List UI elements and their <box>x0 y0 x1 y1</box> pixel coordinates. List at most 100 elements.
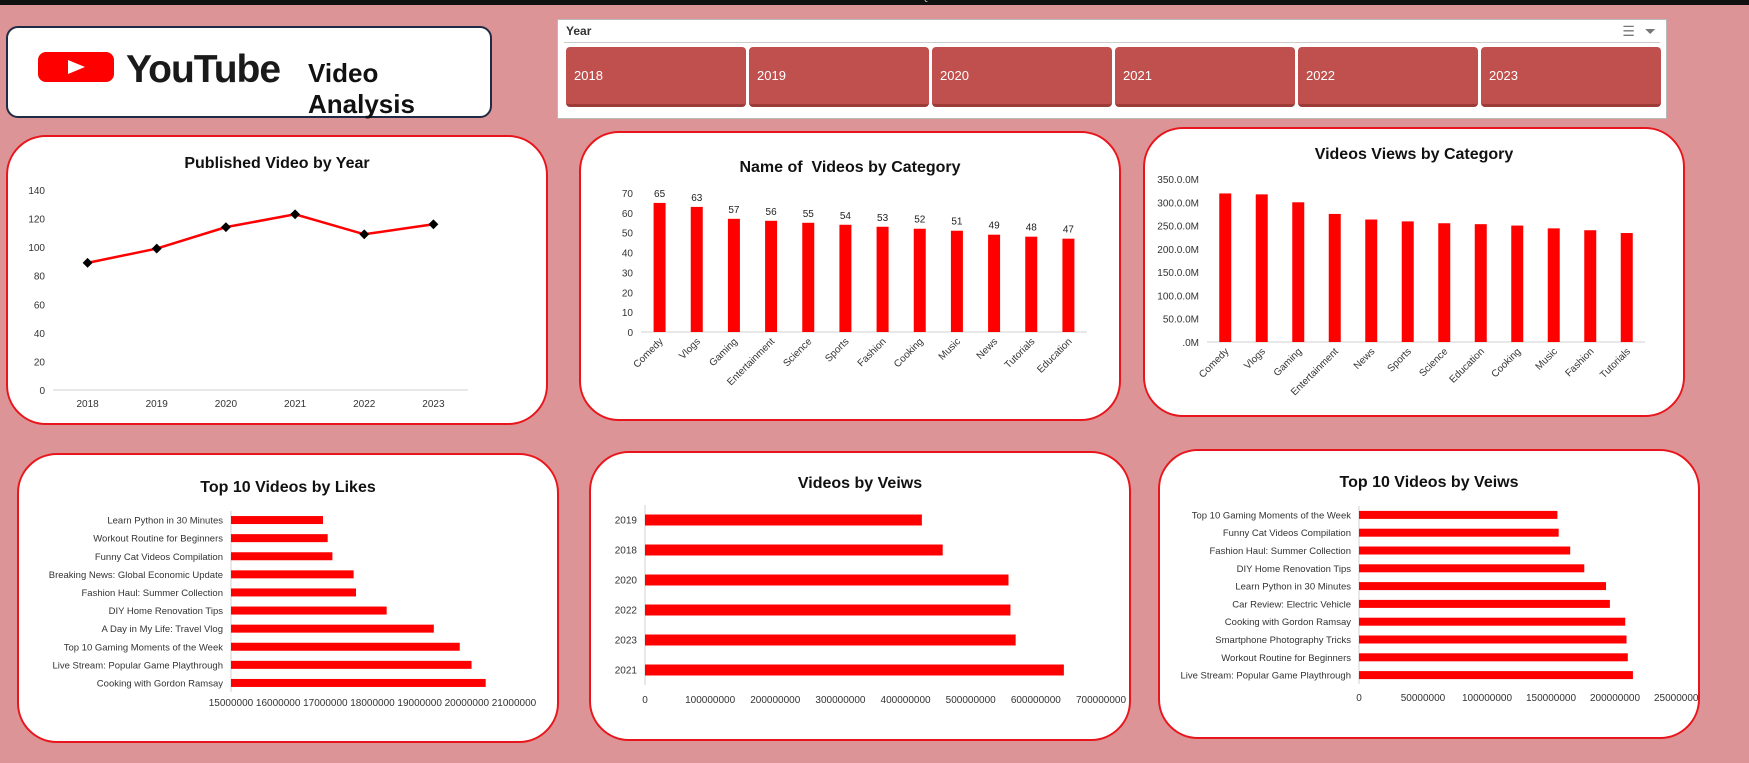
clear-filter-icon[interactable]: ⏷ <box>1645 23 1656 39</box>
category-label: Fashion Haul: Summer Collection <box>1209 546 1351 557</box>
x-tick-label: 400000000 <box>881 695 931 706</box>
data-label: 49 <box>989 221 1001 232</box>
y-tick-label: 60 <box>34 300 46 311</box>
views-by-year-chart: 2019 2018 2020 2022 2023 2021 0 100000000 200000… <box>615 505 1126 706</box>
category-label: Funny Cat Videos Compilation <box>1223 528 1351 539</box>
category-label: 2023 <box>615 636 638 647</box>
youtube-logo-icon <box>38 52 114 82</box>
x-tick-label: Vlogs <box>1242 346 1267 371</box>
data-point <box>428 219 439 230</box>
x-tick-label: 18000000 <box>350 698 395 709</box>
slicer-item-2023[interactable]: 2023 <box>1481 47 1661 107</box>
slicer-item-2020[interactable]: 2020 <box>932 47 1112 107</box>
x-tick-label: 0 <box>1356 693 1362 704</box>
bar <box>1292 202 1305 342</box>
y-tick-label: 80 <box>34 272 46 283</box>
x-tick-label: Gaming <box>708 336 741 369</box>
column-letter: U <box>1145 0 1152 3</box>
slicer-item-2021[interactable]: 2021 <box>1115 47 1295 107</box>
y-tick-label: 40 <box>622 249 634 260</box>
bar <box>645 634 1016 646</box>
data-point <box>151 243 162 254</box>
column-letter: W <box>1257 0 1266 3</box>
x-tick-label: Music <box>937 336 963 362</box>
column-letter: O <box>809 0 817 3</box>
y-tick-label: 30 <box>622 268 634 279</box>
x-tick-label: Sports <box>823 336 851 364</box>
slicer-title: Year <box>566 24 592 38</box>
x-tick-label: Science <box>781 336 814 369</box>
slicer-divider <box>564 42 1660 43</box>
category-label: Learn Python in 30 Minutes <box>107 516 223 527</box>
published-by-year-card: Published Video by Year 0 20 40 60 80 100 120 1… <box>6 135 548 425</box>
multi-select-icon[interactable]: ☰ <box>1622 23 1635 39</box>
x-tick-label: News <box>975 336 1000 361</box>
count-by-category-card: Name of Videos by Category 0 10 20 30 40 50 60… <box>579 131 1121 421</box>
bar <box>913 228 926 332</box>
x-tick-label: 2018 <box>76 399 99 410</box>
bar <box>645 664 1064 676</box>
bar <box>1474 224 1487 342</box>
category-label: Learn Python in 30 Minutes <box>1235 582 1351 593</box>
category-label: Cooking with Gordon Ramsay <box>97 678 223 689</box>
bar <box>802 222 815 332</box>
x-tick-label: 0 <box>642 695 648 706</box>
category-label: 2020 <box>615 576 638 587</box>
y-tick-label: 300.0.0M <box>1157 198 1199 209</box>
column-letter: P <box>865 0 872 3</box>
slicer-item-2022[interactable]: 2022 <box>1298 47 1478 107</box>
y-tick-label: 100 <box>28 243 45 254</box>
x-tick-label: Cooking <box>1490 346 1524 380</box>
y-tick-label: 140 <box>28 186 45 197</box>
bar <box>1255 194 1268 342</box>
category-label: Funny Cat Videos Compilation <box>95 552 223 563</box>
category-label: Smartphone Photography Tricks <box>1215 635 1351 646</box>
x-tick-label: Tutorials <box>1598 346 1633 381</box>
category-label: Cooking with Gordon Ramsay <box>1225 617 1351 628</box>
x-tick-label: Vlogs <box>677 336 702 361</box>
x-tick-label: Comedy <box>632 336 666 370</box>
column-letter: AB <box>1537 0 1550 3</box>
y-tick-label: 10 <box>622 308 634 319</box>
bar <box>876 226 889 332</box>
y-tick-label: 20 <box>622 288 634 299</box>
count-by-category-chart: 0 10 20 30 40 50 60 70 65 Comedy 63 Vlogs 57 Gaming 56… <box>622 189 1087 388</box>
bar <box>1359 617 1626 626</box>
x-tick-label: 20000000 <box>445 698 490 709</box>
bar <box>1359 510 1558 519</box>
x-tick-label: Fashion <box>856 336 889 369</box>
column-letter: H <box>417 0 424 3</box>
bar <box>231 588 356 597</box>
column-letter: AE <box>1705 0 1718 3</box>
y-tick-label: 120 <box>28 215 45 226</box>
y-tick-label: 150.0.0M <box>1157 268 1199 279</box>
bar <box>765 220 778 332</box>
y-tick-label: 350.0.0M <box>1157 175 1199 186</box>
column-letter: S <box>1033 0 1040 3</box>
column-letter: Y <box>1369 0 1376 3</box>
x-tick-label: 700000000 <box>1076 695 1126 706</box>
category-label: Top 10 Gaming Moments of the Week <box>64 642 224 653</box>
x-tick-label: 100000000 <box>1462 693 1512 704</box>
column-letter: K <box>585 0 592 3</box>
slicer-item-2018[interactable]: 2018 <box>566 47 746 107</box>
bar <box>645 574 1009 586</box>
views-by-category-chart: .0M 50.0.0M 100.0.0M 150.0.0M 200.0.0M 250.0.… <box>1157 175 1645 398</box>
column-letter: D <box>193 0 200 3</box>
y-tick-label: 0 <box>39 386 45 397</box>
bar <box>1620 233 1633 342</box>
y-tick-label: 50.0.0M <box>1163 315 1199 326</box>
x-tick-label: Sports <box>1386 346 1414 374</box>
slicer-item-2019[interactable]: 2019 <box>749 47 929 107</box>
bar <box>950 230 963 332</box>
category-label: Live Stream: Popular Game Playthrough <box>1180 671 1351 682</box>
column-letter: AC <box>1593 0 1607 3</box>
youtube-wordmark: YouTube <box>126 48 281 91</box>
data-label: 47 <box>1063 225 1075 236</box>
column-letter: B <box>81 0 88 3</box>
column-letter: M <box>697 0 705 3</box>
bar <box>231 624 434 633</box>
data-point <box>82 257 93 268</box>
category-label: Workout Routine for Beginners <box>93 534 223 545</box>
category-label: 2018 <box>615 546 638 557</box>
